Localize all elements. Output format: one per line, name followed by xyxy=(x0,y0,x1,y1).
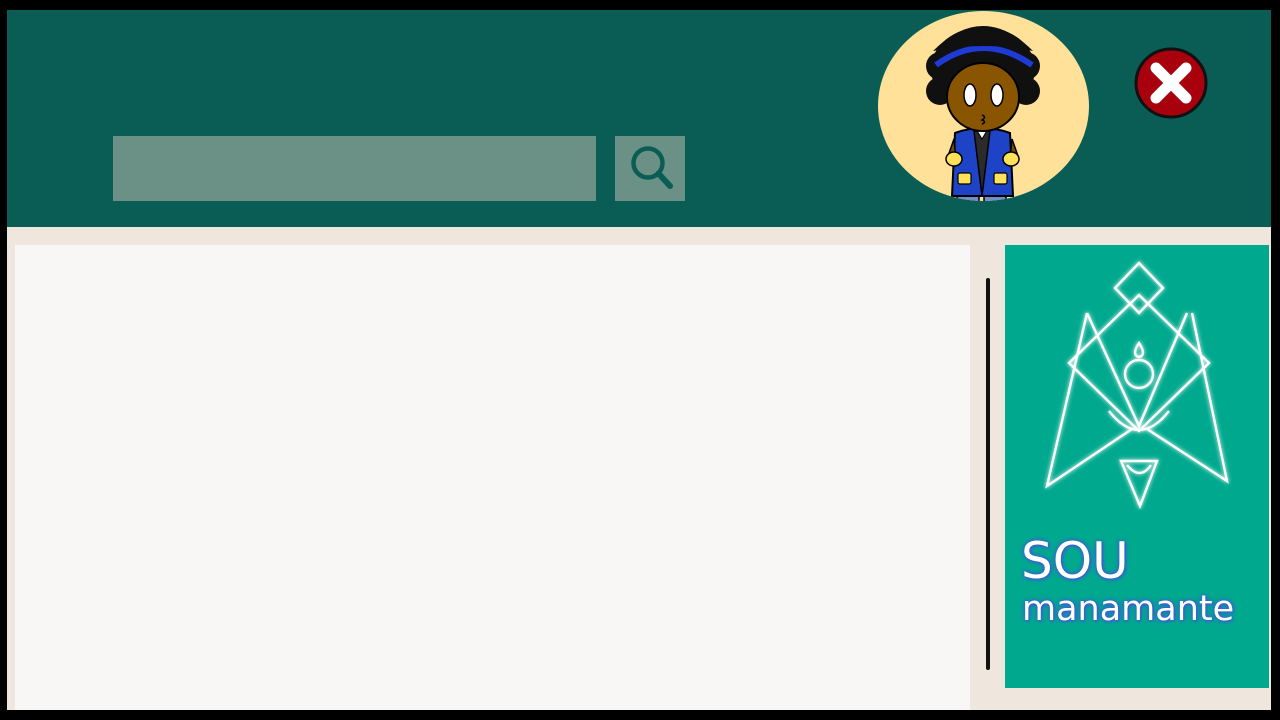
close-button[interactable] xyxy=(1134,47,1208,119)
search-button[interactable] xyxy=(615,136,685,201)
close-icon xyxy=(1134,47,1208,119)
emblem-logo-icon xyxy=(1045,261,1229,510)
search-icon xyxy=(631,146,673,189)
brand-subtitle: manamante xyxy=(1022,589,1235,629)
brand-card: SOU manamante xyxy=(1005,245,1269,688)
scrollbar[interactable] xyxy=(984,278,992,670)
avatar[interactable] xyxy=(878,11,1089,201)
search-input[interactable] xyxy=(113,136,596,201)
content-panel xyxy=(15,245,970,710)
app-window: SOU manamante xyxy=(7,10,1271,710)
character-avatar-icon xyxy=(926,26,1040,201)
brand-title: SOU xyxy=(1021,532,1129,590)
header-bar xyxy=(7,10,1271,227)
scrollbar-thumb[interactable] xyxy=(986,278,990,670)
